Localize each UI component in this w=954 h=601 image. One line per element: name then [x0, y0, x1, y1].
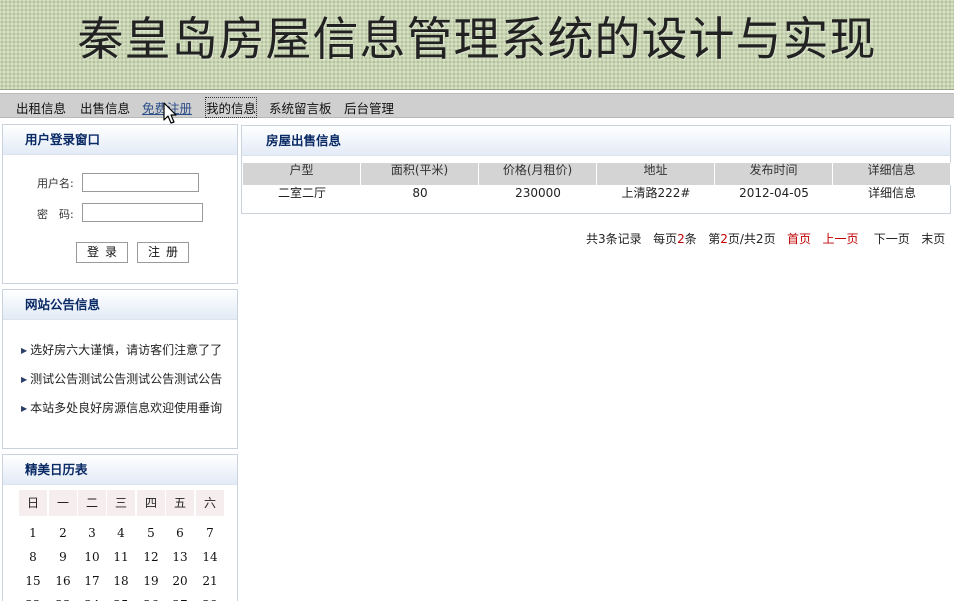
password-input[interactable]	[82, 203, 203, 222]
username-input[interactable]	[82, 173, 199, 192]
calendar-day[interactable]: 24	[78, 593, 106, 601]
pagination: 共3条记录 每页2条 第2页/共2页 首页 上一页 下一页 末页	[586, 230, 945, 247]
username-label: 用户名:	[37, 177, 74, 190]
column-header-layout: 户型	[243, 163, 361, 185]
calendar-day[interactable]: 27	[166, 593, 194, 601]
column-header-details: 详细信息	[833, 163, 951, 185]
calendar-day[interactable]: 22	[19, 593, 47, 601]
column-header-date: 发布时间	[715, 163, 833, 185]
notice-item[interactable]: ▶ 测试公告测试公告测试公告测试公告	[21, 370, 222, 387]
login-panel: 用户登录窗口 用户名: 密 码: 登录 注册	[2, 124, 238, 284]
calendar-day[interactable]: 16	[49, 569, 77, 593]
calendar-panel-title: 精美日历表	[3, 455, 237, 485]
bullet-icon: ▶	[21, 404, 28, 413]
calendar-day[interactable]: 10	[78, 545, 106, 569]
pager-next-link[interactable]: 下一页	[874, 232, 910, 246]
main-nav: 出租信息 出售信息 免费注册 我的信息 系统留言板 后台管理	[0, 93, 954, 118]
column-header-price: 价格(月租价)	[479, 163, 597, 185]
calendar-day[interactable]: 12	[137, 545, 165, 569]
pager-total: 共3条记录	[586, 232, 642, 246]
details-link[interactable]: 详细信息	[833, 185, 951, 203]
nav-my-info[interactable]: 我的信息	[204, 97, 258, 118]
notice-panel: 网站公告信息 ▶ 选好房六大谨慎，请访客们注意了了 ▶ 测试公告测试公告测试公告测试…	[2, 289, 238, 449]
notice-panel-title: 网站公告信息	[3, 290, 237, 320]
calendar-day[interactable]: 21	[196, 569, 224, 593]
calendar-day[interactable]: 1	[19, 521, 47, 545]
calendar-day[interactable]: 2	[49, 521, 77, 545]
calendar-day[interactable]: 5	[137, 521, 165, 545]
table-cell-layout: 二室二厅	[277, 186, 326, 200]
pager-last-link[interactable]: 末页	[921, 232, 945, 246]
login-button[interactable]: 登录	[76, 242, 128, 263]
table-cell-address: 上清路222#	[621, 186, 691, 200]
calendar-day[interactable]: 19	[137, 569, 165, 593]
sale-listing-title: 房屋出售信息	[242, 126, 950, 156]
pager-per-page: 每页2条	[653, 232, 697, 246]
calendar-weekday: 四	[137, 490, 165, 516]
calendar-weekday: 三	[107, 490, 135, 516]
pager-prev-link[interactable]: 上一页	[823, 232, 859, 246]
calendar-day[interactable]: 7	[196, 521, 224, 545]
notice-item[interactable]: ▶ 本站多处良好房源信息欢迎使用垂询	[21, 399, 222, 416]
mouse-pointer-icon	[163, 102, 177, 124]
nav-sale-info[interactable]: 出售信息	[80, 98, 130, 117]
pager-first-link[interactable]: 首页	[787, 232, 811, 246]
calendar-day[interactable]: 28	[196, 593, 224, 601]
table-cell-price: 230000	[515, 186, 561, 200]
calendar-weekday: 二	[78, 490, 106, 516]
calendar-day[interactable]: 14	[196, 545, 224, 569]
calendar-weekday: 一	[49, 490, 77, 516]
calendar-day[interactable]: 20	[166, 569, 194, 593]
pager-page-info: 第2页/共2页	[708, 232, 776, 246]
nav-message-board[interactable]: 系统留言板	[269, 98, 332, 117]
notice-item[interactable]: ▶ 选好房六大谨慎，请访客们注意了了	[21, 341, 222, 358]
bullet-icon: ▶	[21, 375, 28, 384]
calendar-day[interactable]: 11	[107, 545, 135, 569]
bullet-icon: ▶	[21, 346, 28, 355]
calendar-day[interactable]: 3	[78, 521, 106, 545]
calendar-weekday: 六	[196, 490, 224, 516]
calendar-day[interactable]: 8	[19, 545, 47, 569]
calendar-panel: 精美日历表 日一二三四五六 1 2 3 4 5 6 7 8 9 10 11 12 13 14 15 16 17 18…	[2, 454, 238, 601]
login-panel-title: 用户登录窗口	[3, 125, 237, 155]
site-title: 秦皇岛房屋信息管理系统的设计与实现	[77, 12, 877, 66]
nav-admin[interactable]: 后台管理	[344, 98, 394, 117]
calendar-day[interactable]: 9	[49, 545, 77, 569]
table-cell-area: 80	[412, 186, 428, 200]
sale-listing-panel: 房屋出售信息 户型 面积(平米) 价格(月租价) 地址 发布时间 详细信息 二室…	[241, 125, 951, 214]
calendar-day[interactable]: 15	[19, 569, 47, 593]
nav-rent-info[interactable]: 出租信息	[16, 98, 66, 117]
calendar-weekday: 日	[19, 490, 47, 516]
calendar-weekday: 五	[166, 490, 194, 516]
calendar-day[interactable]: 6	[166, 521, 194, 545]
site-banner: 秦皇岛房屋信息管理系统的设计与实现	[0, 0, 954, 90]
calendar-day[interactable]: 26	[137, 593, 165, 601]
calendar-day[interactable]: 25	[107, 593, 135, 601]
table-cell-date: 2012-04-05	[739, 186, 809, 200]
calendar-day[interactable]: 17	[78, 569, 106, 593]
column-header-area: 面积(平米)	[361, 163, 479, 185]
calendar-day[interactable]: 23	[49, 593, 77, 601]
register-button[interactable]: 注册	[137, 242, 189, 263]
column-header-address: 地址	[597, 163, 715, 185]
calendar-day[interactable]: 18	[107, 569, 135, 593]
calendar-day[interactable]: 13	[166, 545, 194, 569]
calendar-day[interactable]: 4	[107, 521, 135, 545]
password-label: 密 码:	[37, 208, 74, 221]
